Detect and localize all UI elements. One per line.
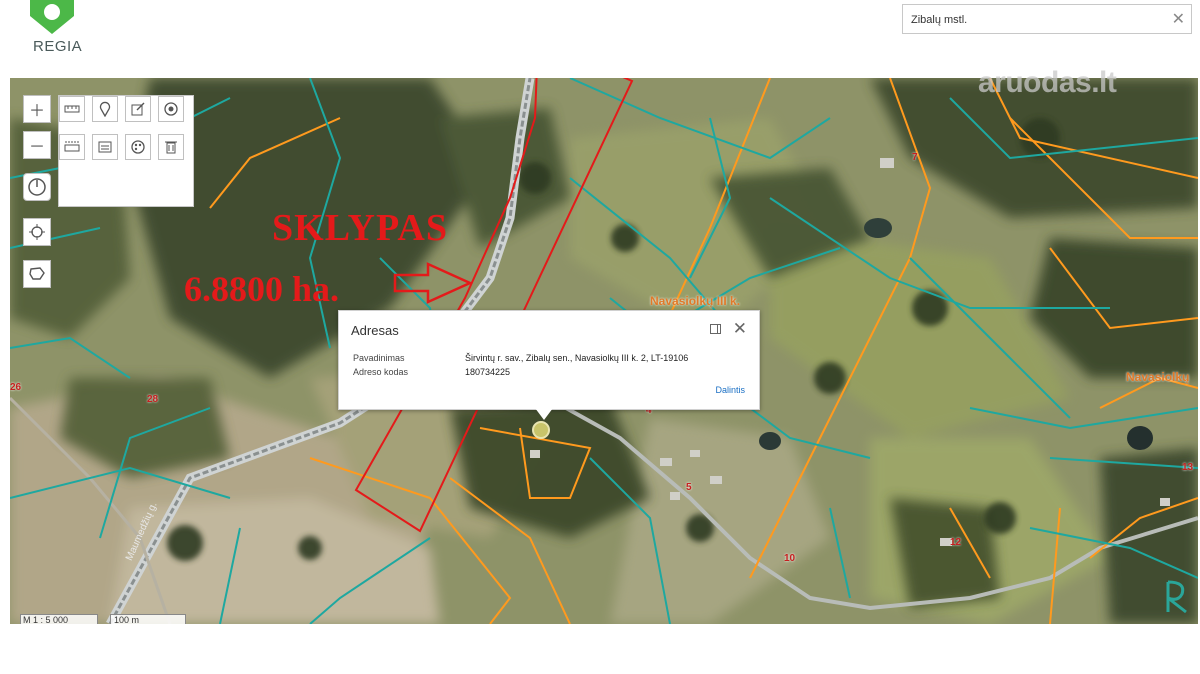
compass-button[interactable] <box>23 173 51 201</box>
tool-panel <box>58 95 194 207</box>
watermark: aruodas.lt <box>978 66 1117 99</box>
popup-pointer <box>535 408 553 420</box>
delete-button[interactable] <box>158 134 184 160</box>
trash-icon <box>165 141 177 154</box>
search-input[interactable] <box>909 10 1153 30</box>
edit-button[interactable] <box>125 96 151 122</box>
lasso-icon <box>29 267 45 280</box>
measure-area-button[interactable] <box>59 134 85 160</box>
parcel-number: 7 <box>912 152 918 163</box>
parcel-number: 26 <box>10 382 22 393</box>
print-icon <box>98 141 112 153</box>
parcel-number: 13 <box>1182 462 1194 473</box>
place-label: Navasiolkų <box>1126 370 1190 384</box>
close-icon[interactable]: ✕ <box>733 319 747 339</box>
map-canvas[interactable]: SKLYPAS 6.8800 ha. Navasiolkų III k. Nav… <box>10 78 1198 624</box>
logo-text: REGIA <box>33 38 83 55</box>
share-link[interactable]: Dalintis <box>715 385 745 395</box>
zoom-out-button[interactable]: － <box>23 131 51 159</box>
measure-length-button[interactable] <box>59 96 85 122</box>
parcel-number: 5 <box>686 482 692 493</box>
popup-value-code: 180734225 <box>465 367 511 377</box>
parcel-number: 12 <box>950 537 962 548</box>
zoom-out-icon: － <box>28 139 45 156</box>
scale-ratio: M 1 : 5 000 <box>20 614 98 624</box>
search-box[interactable]: ✕ <box>902 4 1192 34</box>
palette-icon <box>131 140 145 154</box>
parcel-area-annotation: 6.8800 ha. <box>184 269 340 309</box>
popup-key-name: Pavadinimas <box>353 353 405 363</box>
zoom-in-button[interactable]: ＋ <box>23 95 51 123</box>
target-icon <box>164 102 178 116</box>
expand-icon[interactable] <box>710 324 721 334</box>
edit-icon <box>131 102 145 116</box>
popup-key-code: Adreso kodas <box>353 367 409 377</box>
style-button[interactable] <box>125 134 151 160</box>
locate-button[interactable] <box>23 218 51 246</box>
scale-bar: 100 m <box>110 614 186 624</box>
measure-length-icon <box>64 105 80 113</box>
measure-area-icon <box>64 141 80 152</box>
parcel-annotation: SKLYPAS <box>272 207 448 249</box>
place-label: Navasiolkų III k. <box>650 294 741 308</box>
address-popup: Adresas ✕ Pavadinimas Širvintų r. sav., … <box>338 310 760 420</box>
parcel-number: 10 <box>784 553 796 564</box>
lasso-button[interactable] <box>23 260 51 288</box>
popup-value-name: Širvintų r. sav., Zibalų sen., Navasiolk… <box>465 353 689 363</box>
popup-title: Adresas <box>351 323 399 338</box>
compass-icon <box>28 178 46 196</box>
target-button[interactable] <box>158 96 184 122</box>
marker-icon <box>99 101 111 117</box>
marker-button[interactable] <box>92 96 118 122</box>
parcel-number: 28 <box>147 394 159 405</box>
regia-mini-logo[interactable] <box>1162 578 1192 616</box>
print-button[interactable] <box>92 134 118 160</box>
locate-icon <box>29 224 45 240</box>
clear-search-icon[interactable]: ✕ <box>1172 9 1185 29</box>
zoom-in-icon: ＋ <box>28 103 45 120</box>
